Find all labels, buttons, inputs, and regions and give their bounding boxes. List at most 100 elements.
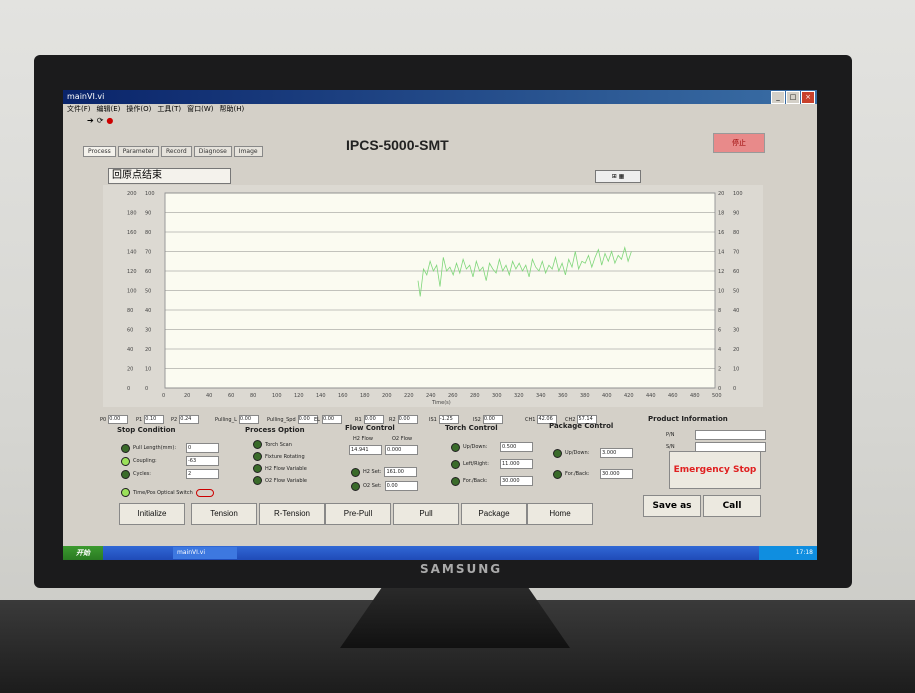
flow-values: 14.941 0.000 — [349, 445, 418, 455]
process-option-row[interactable]: H2 Flow Variable — [253, 464, 307, 473]
x-tick: 40 — [206, 393, 212, 399]
process-option-row[interactable]: Torch Scan — [253, 440, 292, 449]
package-row: Up/Down: 3.000 — [553, 448, 633, 458]
menu-item[interactable]: 工具(T) — [157, 104, 181, 115]
toggle-switch[interactable] — [195, 488, 214, 497]
menu-item[interactable]: 操作(O) — [126, 104, 151, 115]
page-title: IPCS-5000-SMT — [346, 137, 449, 153]
button-pull[interactable]: Pull — [393, 503, 459, 525]
button-tension[interactable]: Tension — [191, 503, 257, 525]
y-tick-left2: 20 — [145, 347, 151, 353]
x-tick: 420 — [624, 393, 634, 399]
menu-item[interactable]: 帮助(H) — [220, 104, 245, 115]
menu-item[interactable]: 文件(F) — [67, 104, 91, 115]
chart-legend-icon[interactable]: ⊞ ▦ — [595, 170, 641, 183]
switch-label: Time/Pos Optical Switch — [133, 489, 193, 496]
sensor-readout: P0 0.00 — [100, 415, 129, 424]
y-tick-left: 80 — [127, 308, 133, 314]
run-continuous-icon[interactable]: ⟳ — [97, 116, 104, 125]
option-led-icon — [253, 464, 262, 473]
call-button[interactable]: Call — [703, 495, 761, 517]
torch-value[interactable]: 30.000 — [500, 476, 533, 486]
sensor-value: -1.25 — [438, 415, 459, 424]
x-tick: 160 — [338, 393, 348, 399]
tab-record[interactable]: Record — [160, 146, 192, 157]
sensor-value: 0.24 — [179, 415, 200, 424]
indicator-button[interactable]: 停止 — [713, 133, 765, 153]
pn-field[interactable] — [695, 430, 766, 440]
x-tick: 180 — [360, 393, 370, 399]
x-tick: 60 — [228, 393, 234, 399]
torch-value[interactable]: 11.000 — [500, 459, 533, 469]
y-tick-left2: 30 — [145, 328, 151, 334]
sensor-label: CH1 — [525, 417, 536, 423]
o2-led-icon — [351, 481, 360, 491]
y-tick-right2: 80 — [733, 230, 739, 236]
stop-row: Coupling: -63 — [121, 456, 219, 466]
close-icon[interactable]: × — [801, 91, 815, 104]
y-tick-right2: 50 — [733, 289, 739, 295]
button-package[interactable]: Package — [461, 503, 527, 525]
y-tick-left: 40 — [127, 347, 133, 353]
h2-led-icon — [351, 467, 360, 477]
h2-set-input[interactable]: 161.00 — [384, 467, 418, 477]
package-label: For./Back: — [565, 471, 590, 477]
y-tick-left2: 10 — [145, 367, 151, 373]
torch-led-icon — [451, 459, 460, 469]
y-tick-left2: 60 — [145, 269, 151, 275]
sensor-readout: IS2 0.00 — [473, 415, 503, 424]
sensor-value: 0.00 — [238, 415, 259, 424]
tab-image[interactable]: Image — [233, 146, 263, 157]
start-button[interactable]: 开始 — [63, 546, 103, 560]
x-tick: 400 — [602, 393, 612, 399]
taskbar-item[interactable]: mainVI.vi — [173, 547, 237, 559]
tab-diagnose[interactable]: Diagnose — [193, 146, 232, 157]
y-tick-right: 14 — [718, 250, 724, 256]
y-tick-left: 180 — [127, 211, 137, 217]
y-tick-right2: 60 — [733, 269, 739, 275]
package-value[interactable]: 30.000 — [600, 469, 633, 479]
minimize-icon[interactable]: _ — [771, 91, 785, 104]
window-titlebar[interactable]: mainVI.vi _ □ × — [63, 90, 817, 104]
switch-row[interactable]: Time/Pos Optical Switch — [121, 488, 214, 497]
package-control-title: Package Control — [549, 422, 614, 430]
tab-parameter[interactable]: Parameter — [117, 146, 159, 157]
torch-led-icon — [451, 442, 460, 452]
process-option-row[interactable]: O2 Flow Variable — [253, 476, 307, 485]
y-tick-left: 140 — [127, 250, 137, 256]
button-initialize[interactable]: Initialize — [119, 503, 185, 525]
save-as-button[interactable]: Save as — [643, 495, 701, 517]
menu-item[interactable]: 编辑(E) — [97, 104, 121, 115]
y-tick-right: 16 — [718, 230, 724, 236]
stop-value[interactable]: 2 — [186, 469, 219, 479]
torch-label: Up/Down: — [463, 444, 488, 450]
x-tick: 380 — [580, 393, 590, 399]
package-value[interactable]: 3.000 — [600, 448, 633, 458]
h2-flow-label: H2 Flow — [353, 436, 373, 442]
sensor-value: 0.00 — [321, 415, 342, 424]
stop-icon[interactable]: ● — [106, 116, 113, 125]
button-home[interactable]: Home — [527, 503, 593, 525]
maximize-icon[interactable]: □ — [786, 91, 800, 104]
y-tick-left: 100 — [127, 289, 137, 295]
sensor-readout: EL 0.00 — [314, 415, 342, 424]
sensor-readout: Pulling_Spd 0.00 — [267, 415, 318, 424]
y-tick-left: 160 — [127, 230, 137, 236]
o2-set-input[interactable]: 0.00 — [384, 481, 418, 491]
x-tick: 320 — [514, 393, 524, 399]
tab-process[interactable]: Process — [83, 146, 116, 157]
button-r-tension[interactable]: R-Tension — [259, 503, 325, 525]
y-tick-right2: 70 — [733, 250, 739, 256]
torch-value[interactable]: 0.500 — [500, 442, 533, 452]
stop-value[interactable]: 0 — [186, 443, 219, 453]
x-tick: 240 — [426, 393, 436, 399]
process-option-row[interactable]: Fixture Rotating — [253, 452, 305, 461]
stop-value[interactable]: -63 — [186, 456, 219, 466]
sensor-value: 0.10 — [144, 415, 165, 424]
status-led-icon — [121, 456, 130, 466]
menu-item[interactable]: 窗口(W) — [187, 104, 213, 115]
button-pre-pull[interactable]: Pre-Pull — [325, 503, 391, 525]
run-arrow-icon[interactable]: ➔ — [87, 116, 94, 125]
emergency-stop-button[interactable]: Emergency Stop — [669, 451, 761, 489]
y-tick-right: 18 — [718, 211, 724, 217]
